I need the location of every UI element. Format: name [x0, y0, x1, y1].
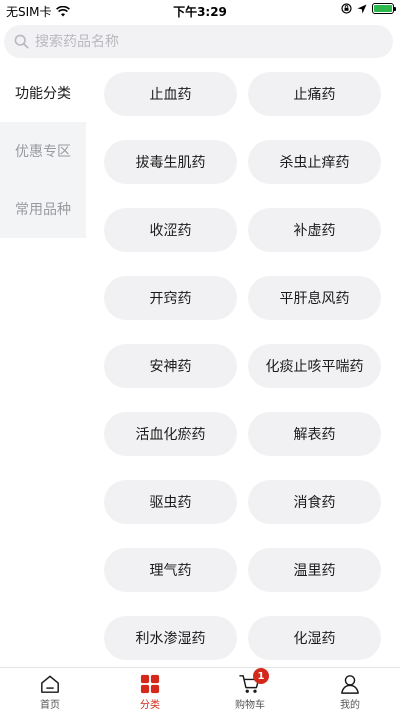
category-chip[interactable]: 理气药 — [104, 548, 237, 592]
status-time: 下午3:29 — [173, 5, 227, 19]
tab-cart-label: 购物车 — [235, 700, 265, 711]
category-chip[interactable]: 利水渗湿药 — [104, 616, 237, 660]
search-bar[interactable] — [4, 25, 393, 58]
sidebar-item-common-varieties[interactable]: 常用品种 — [0, 180, 86, 238]
search-input[interactable] — [35, 33, 355, 50]
tab-bar: 首页 分类 1 购物车 我的 — [0, 667, 400, 711]
category-chip[interactable]: 拔毒生肌药 — [104, 140, 237, 184]
sidebar-item-label: 常用品种 — [15, 202, 71, 218]
category-chip[interactable]: 消食药 — [248, 480, 381, 524]
battery-fill — [374, 5, 392, 12]
sidebar: 功能分类 优惠专区 常用品种 — [0, 64, 86, 238]
status-right — [341, 3, 396, 14]
category-chip[interactable]: 化痰止咳平喘药 — [248, 344, 381, 388]
cart-badge: 1 — [253, 668, 269, 684]
user-icon — [341, 675, 359, 694]
category-chip[interactable]: 止痛药 — [248, 72, 381, 116]
category-chip[interactable]: 驱虫药 — [104, 480, 237, 524]
category-chip[interactable]: 开窍药 — [104, 276, 237, 320]
tab-profile-label: 我的 — [340, 700, 360, 711]
category-chip[interactable]: 温里药 — [248, 548, 381, 592]
category-grid: 止血药 止痛药 拔毒生肌药 杀虫止痒药 收涩药 补虚药 开窍药 平肝息风药 安神… — [104, 72, 384, 660]
status-bar: 无SIM卡 下午3:29 — [0, 0, 400, 22]
category-chip[interactable]: 安神药 — [104, 344, 237, 388]
search-icon — [14, 34, 29, 49]
category-chip[interactable]: 活血化瘀药 — [104, 412, 237, 456]
battery-icon — [372, 3, 396, 14]
category-chip[interactable]: 止血药 — [104, 72, 237, 116]
tab-home[interactable]: 首页 — [0, 668, 100, 711]
sidebar-item-label: 功能分类 — [15, 86, 71, 102]
category-icon — [140, 674, 160, 694]
sidebar-item-discount-zone[interactable]: 优惠专区 — [0, 122, 86, 180]
category-chip[interactable]: 平肝息风药 — [248, 276, 381, 320]
category-chip[interactable]: 补虚药 — [248, 208, 381, 252]
sidebar-item-function-category[interactable]: 功能分类 — [0, 64, 86, 122]
location-icon — [357, 4, 367, 13]
sidebar-item-label: 优惠专区 — [15, 144, 71, 160]
category-chip[interactable]: 收涩药 — [104, 208, 237, 252]
orientation-lock-icon — [341, 3, 352, 14]
tab-cart[interactable]: 1 购物车 — [200, 668, 300, 711]
home-icon — [41, 675, 59, 693]
tab-category[interactable]: 分类 — [100, 668, 200, 711]
tab-home-label: 首页 — [40, 700, 60, 711]
category-chip[interactable]: 杀虫止痒药 — [248, 140, 381, 184]
tab-category-label: 分类 — [140, 700, 160, 711]
tab-profile[interactable]: 我的 — [300, 668, 400, 711]
category-chip[interactable]: 解表药 — [248, 412, 381, 456]
category-chip[interactable]: 化湿药 — [248, 616, 381, 660]
